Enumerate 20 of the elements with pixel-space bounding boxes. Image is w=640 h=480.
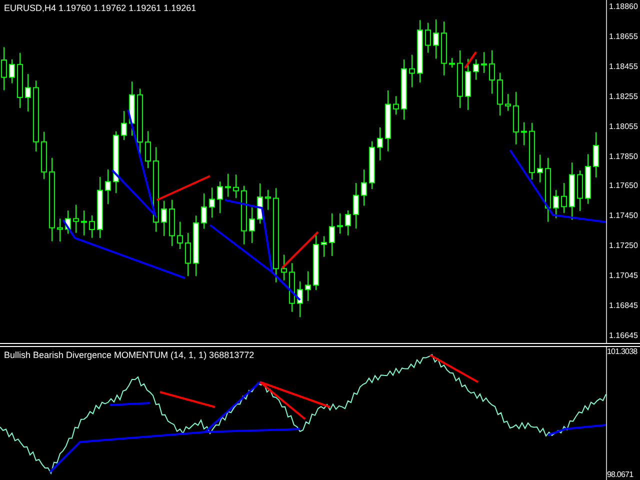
price-label: 1.17450 [608,211,639,222]
price-label: 1.17650 [608,181,639,192]
divergence-line [430,354,478,383]
divergence-line [464,51,477,69]
price-label: 1.18455 [608,62,639,72]
divergence-line [110,402,150,406]
price-label: 1.18255 [608,92,639,102]
price-label: 1.17850 [608,152,639,162]
price-label: 1.16845 [608,300,639,311]
symbol-header: EURUSD,H4 1.19760 1.19762 1.19261 1.19261 [4,2,196,15]
price-label: 1.17045 [608,270,639,281]
price-label: 1.17250 [608,241,639,252]
indicator-title: Bullish Bearish Divergence MOMENTUM (14, 1, 1) 368813772 [4,349,254,362]
price-label: 1.18055 [608,122,639,132]
price-label: 1.16645 [608,330,639,341]
value-label: 98.0671 [607,470,634,480]
price-label: 1.18655 [608,32,639,42]
price-label: 1.18860 [608,2,639,12]
value-label: 101.3038 [607,347,638,357]
divergence-line [548,424,606,436]
